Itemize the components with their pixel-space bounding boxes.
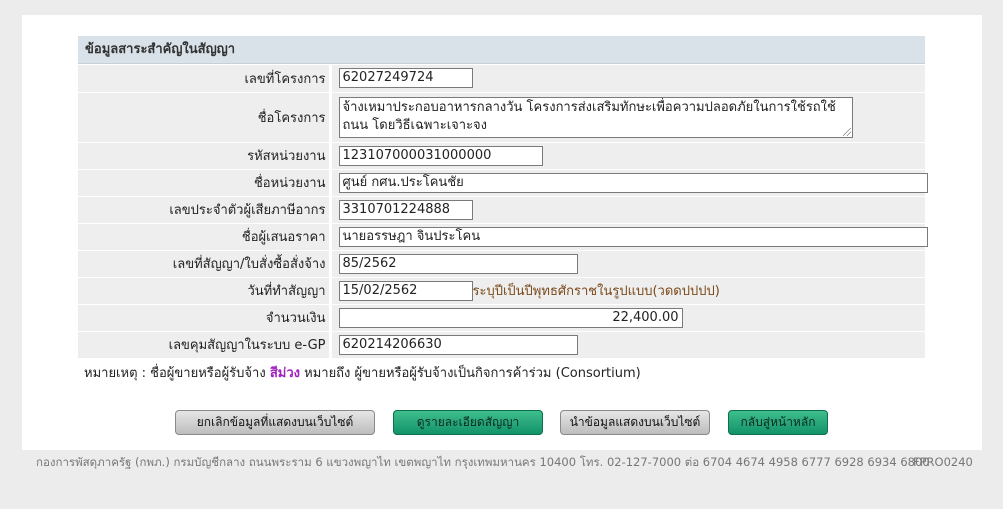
bidder-name-field[interactable]: นายอรรษฎา จินประโคน (338, 226, 928, 247)
project-name-label: ชื่อโครงการ (78, 92, 332, 143)
project-no-label: เลขที่โครงการ (78, 65, 332, 93)
resize-grip-icon[interactable] (842, 127, 851, 136)
row-bidder-name: ชื่อผู้เสนอราคา นายอรรษฎา จินประโคน (78, 223, 928, 251)
row-unit-code: รหัสหน่วยงาน 123107000031000000 (78, 142, 925, 170)
remark-highlight: สีม่วง (269, 366, 300, 381)
bidder-name-label: ชื่อผู้เสนอราคา (78, 223, 332, 251)
content-panel: ข้อมูลสาระสำคัญในสัญญา เลขที่โครงการ 620… (22, 15, 982, 450)
contract-no-label: เลขที่สัญญา/ใบสั่งซื้อสั่งจ้าง (78, 250, 332, 278)
page-code: FPRO0240 (913, 455, 973, 469)
view-contract-details-button[interactable]: ดูรายละเอียดสัญญา (393, 410, 543, 435)
remark-suffix: หมายถึง ผู้ขายหรือผู้รับจ้างเป็นกิจการค้… (304, 366, 641, 381)
egp-no-label: เลขคุมสัญญาในระบบ e-GP (78, 331, 332, 359)
row-contract-date: วันที่ทำสัญญา 15/02/2562 ระบุปีเป็นปีพุทธ… (78, 277, 925, 305)
footer: กองการพัสดุภาครัฐ (กพภ.) กรมบัญชีกลาง ถน… (0, 452, 1003, 472)
remark-note: หมายเหตุ : ชื่อผู้ขายหรือผู้รับจ้าง สีม่… (84, 362, 641, 383)
project-no-field[interactable]: 62027249724 (338, 68, 473, 89)
amount-label: จำนวนเงิน (78, 304, 332, 332)
amount-field[interactable]: 22,400.00 (338, 307, 683, 328)
unit-code-field[interactable]: 123107000031000000 (338, 145, 543, 166)
date-format-hint: ระบุปีเป็นปีพุทธศักราชในรูปแบบ(วดดปปปป) (472, 284, 720, 299)
contract-no-field[interactable]: 85/2562 (338, 253, 578, 274)
row-contract-no: เลขที่สัญญา/ใบสั่งซื้อสั่งจ้าง 85/2562 (78, 250, 925, 278)
row-unit-name: ชื่อหน่วยงาน ศูนย์ กศน.ประโคนชัย (78, 169, 928, 197)
row-tax-id: เลขประจำตัวผู้เสียภาษีอากร 3310701224888 (78, 196, 925, 224)
footer-address: กองการพัสดุภาครัฐ (กพภ.) กรมบัญชีกลาง ถน… (36, 455, 930, 469)
contract-form: เลขที่โครงการ 62027249724 ชื่อโครงการ จ้… (78, 65, 928, 359)
row-amount: จำนวนเงิน 22,400.00 (78, 304, 925, 332)
project-name-text: จ้างเหมาประกอบอาหารกลางวัน โครงการส่งเสร… (342, 99, 836, 133)
project-name-textarea[interactable]: จ้างเหมาประกอบอาหารกลางวัน โครงการส่งเสร… (338, 96, 853, 138)
contract-date-field[interactable]: 15/02/2562 (338, 280, 473, 301)
tax-id-label: เลขประจำตัวผู้เสียภาษีอากร (78, 196, 332, 224)
row-project-no: เลขที่โครงการ 62027249724 (78, 65, 925, 93)
back-to-home-button[interactable]: กลับสู่หน้าหลัก (728, 410, 828, 435)
publish-to-website-button[interactable]: นำข้อมูลแสดงบนเว็บไซต์ (560, 410, 710, 435)
remark-prefix: หมายเหตุ : ชื่อผู้ขายหรือผู้รับจ้าง (84, 366, 266, 381)
egp-no-field[interactable]: 620214206630 (338, 334, 578, 355)
tax-id-field[interactable]: 3310701224888 (338, 199, 473, 220)
section-title: ข้อมูลสาระสำคัญในสัญญา (78, 36, 925, 64)
unit-name-field[interactable]: ศูนย์ กศน.ประโคนชัย (338, 172, 928, 193)
row-egp-no: เลขคุมสัญญาในระบบ e-GP 620214206630 (78, 331, 925, 359)
cancel-display-button[interactable]: ยกเลิกข้อมูลที่แสดงบนเว็บไซต์ (175, 410, 375, 435)
contract-date-label: วันที่ทำสัญญา (78, 277, 332, 305)
unit-name-label: ชื่อหน่วยงาน (78, 169, 332, 197)
unit-code-label: รหัสหน่วยงาน (78, 142, 332, 170)
row-project-name: ชื่อโครงการ จ้างเหมาประกอบอาหารกลางวัน โ… (78, 92, 925, 143)
